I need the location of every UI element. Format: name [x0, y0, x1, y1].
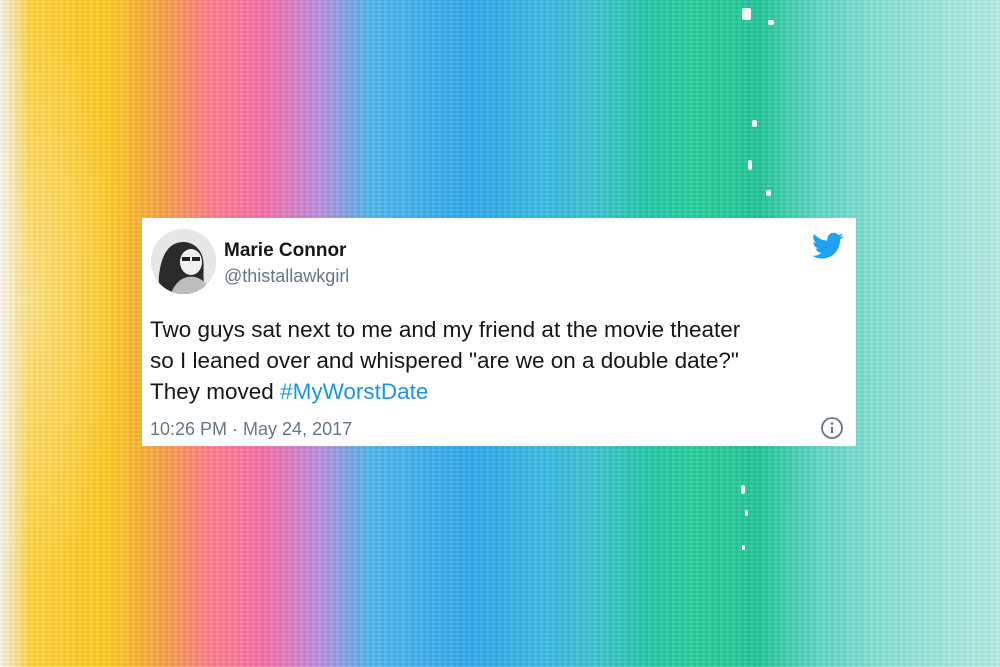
paint-speck: [745, 510, 748, 516]
author-name[interactable]: Marie Connor: [224, 240, 346, 262]
paint-speck: [741, 485, 745, 494]
paint-speck: [742, 8, 751, 20]
tweet-body: Two guys sat next to me and my friend at…: [150, 317, 741, 404]
paint-speck: [752, 120, 757, 127]
info-icon[interactable]: [820, 416, 844, 440]
paint-speck: [748, 160, 752, 170]
twitter-bird-icon[interactable]: [812, 232, 844, 260]
paint-speck: [768, 20, 774, 25]
paint-speck: [742, 545, 745, 550]
hashtag-link[interactable]: #MyWorstDate: [280, 379, 428, 404]
tweet-card[interactable]: Marie Connor @thistallawkgirl Two guys s…: [142, 218, 856, 446]
tweet-text: Two guys sat next to me and my friend at…: [150, 314, 840, 407]
author-handle[interactable]: @thistallawkgirl: [224, 266, 349, 287]
tweet-timestamp[interactable]: 10:26 PM · May 24, 2017: [150, 419, 352, 440]
paint-speck: [766, 190, 771, 196]
avatar[interactable]: [151, 229, 216, 294]
